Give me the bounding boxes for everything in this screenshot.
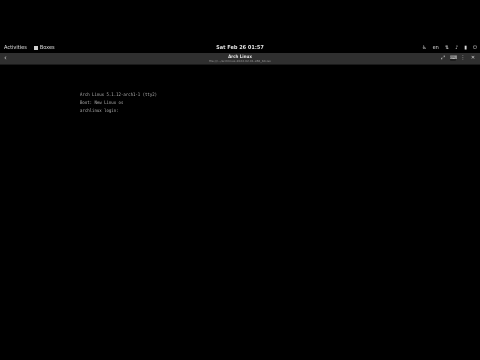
power-icon[interactable]: ⏻ (473, 43, 477, 53)
console-line: Arch Linux 5.1.12-arch1-1 (tty2) (80, 92, 158, 97)
console-login-prompt: archlinux login: (80, 108, 119, 113)
vm-console-output[interactable]: Arch Linux 5.1.12-arch1-1 (tty2) Boot: N… (80, 93, 157, 113)
accessibility-icon[interactable]: ♿ (422, 43, 426, 53)
vm-subtitle: file:///.../archlinux-2022.02.01-x86_64.… (209, 59, 271, 63)
vm-title-block: Arch Linux file:///.../archlinux-2022.02… (0, 54, 480, 63)
battery-icon[interactable]: ▮ (464, 43, 467, 53)
menu-icon[interactable]: ⋮ (460, 55, 466, 61)
fullscreen-icon[interactable]: ⤢ (440, 55, 446, 61)
vm-header-bar: ‹ Arch Linux file:///.../archlinux-2022.… (0, 53, 480, 65)
volume-icon[interactable]: ♪ (455, 43, 458, 53)
keyboard-layout-indicator[interactable]: en (433, 43, 439, 53)
top-bar: Activities Boxes Sat Feb 26 01:57 ♿ en ⇅… (0, 43, 480, 53)
network-icon[interactable]: ⇅ (445, 43, 449, 53)
close-icon[interactable]: ✕ (470, 55, 476, 61)
keyboard-icon[interactable]: ⌨ (450, 55, 457, 61)
clock[interactable]: Sat Feb 26 01:57 (216, 45, 264, 51)
